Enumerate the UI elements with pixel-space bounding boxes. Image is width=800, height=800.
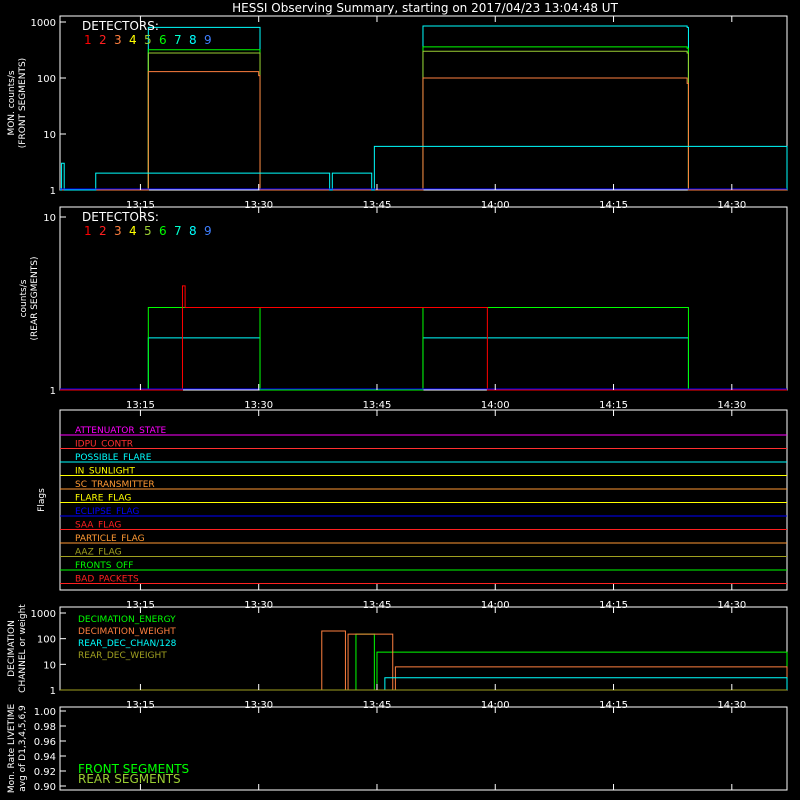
y-axis-label: Mon. Rate LIVETIME	[7, 704, 17, 794]
legend-digit: 6	[159, 33, 167, 47]
legend-digit: 8	[189, 33, 197, 47]
y-axis-label: counts/s	[19, 279, 29, 317]
x-tick-label: 14:00	[481, 400, 510, 411]
legend-digit: 9	[204, 224, 212, 238]
x-tick-label: 13:15	[126, 400, 155, 411]
x-tick-label: 13:45	[363, 400, 392, 411]
y-axis-label: CHANNEL or weight	[18, 604, 28, 693]
series-label: REAR_DEC_CHAN/128	[78, 639, 177, 649]
legend-digit: 4	[129, 224, 137, 238]
legend-digit: 9	[204, 33, 212, 47]
y-axis-label: (FRONT SEGMENTS)	[18, 58, 28, 148]
y-axis-label: DECIMATION	[7, 620, 17, 677]
y-tick-label: 1.00	[34, 707, 56, 718]
y-tick-label: 10	[43, 130, 56, 141]
background	[0, 0, 800, 800]
y-tick-label: 0.96	[34, 737, 56, 748]
legend-digit: 2	[99, 224, 107, 238]
y-tick-label: 1	[50, 186, 56, 197]
legend-title: DETECTORS:	[82, 210, 159, 224]
chart-title: HESSI Observing Summary, starting on 201…	[232, 1, 618, 15]
legend-digit: 6	[159, 224, 167, 238]
legend-digit: 5	[144, 33, 152, 47]
legend-digit: 1	[84, 33, 92, 47]
legend-digit: 7	[174, 224, 182, 238]
y-axis-label: Flags	[37, 488, 47, 512]
series-label: DECIMATION_ENERGY	[78, 615, 176, 625]
legend-digit: 7	[174, 33, 182, 47]
y-tick-label: 100	[37, 635, 56, 646]
x-tick-label: 14:30	[717, 400, 746, 411]
y-tick-label: 0.94	[34, 752, 56, 763]
legend-digit: 5	[144, 224, 152, 238]
legend-digit: 8	[189, 224, 197, 238]
y-tick-label: 100	[37, 74, 56, 85]
y-axis-label: avg of D1,3,4,5,6,9	[18, 705, 28, 792]
hessi-summary-chart: HESSI Observing Summary, starting on 201…	[0, 0, 800, 800]
x-tick-label: 13:30	[244, 400, 273, 411]
y-tick-label: 1000	[31, 609, 56, 620]
y-tick-label: 0.98	[34, 722, 56, 733]
y-tick-label: 10	[43, 213, 56, 224]
series-label: DECIMATION_WEIGHT	[78, 627, 176, 637]
legend-digit: 3	[114, 33, 122, 47]
y-tick-label: 1	[50, 386, 56, 397]
y-tick-label: 0.92	[34, 767, 56, 778]
legend-digit: 4	[129, 33, 137, 47]
legend-digit: 1	[84, 224, 92, 238]
series-label: REAR_DEC_WEIGHT	[78, 651, 167, 661]
y-tick-label: 0.90	[34, 782, 56, 793]
y-tick-label: 1000	[31, 18, 56, 29]
y-tick-label: 1	[50, 686, 56, 697]
y-axis-label: MON. counts/s	[7, 70, 17, 135]
y-axis-label: (REAR SEGMENTS)	[30, 256, 40, 340]
x-tick-label: 14:15	[599, 400, 628, 411]
series-label: REAR SEGMENTS	[78, 772, 181, 786]
legend-digit: 2	[99, 33, 107, 47]
y-tick-label: 10	[43, 660, 56, 671]
legend-title: DETECTORS:	[82, 19, 159, 33]
legend-digit: 3	[114, 224, 122, 238]
